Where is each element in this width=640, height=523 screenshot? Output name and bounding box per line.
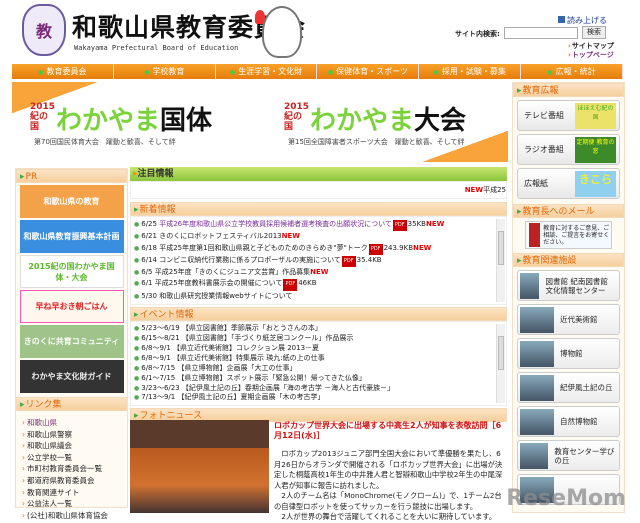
banner-right-sub: 第15回全国障害者スポーツ大会 躍動と歓喜、そして絆	[288, 138, 465, 146]
facility-button[interactable]: 教育センター学びの丘	[517, 440, 620, 471]
top-page-link[interactable]: トップページ	[568, 50, 614, 60]
banner-left-title: 2015 紀の国 わかやま国体	[30, 102, 213, 136]
pr-banner[interactable]: 和歌山県教育振興基本計画	[19, 220, 124, 253]
featured-ticker[interactable]: NEW平成25	[130, 181, 507, 199]
link-item[interactable]: 和歌山県議会	[22, 440, 127, 452]
watermark: ReseMom	[506, 486, 626, 511]
nav-school[interactable]: 学校教育	[114, 64, 216, 79]
facility-thumbnail	[520, 306, 554, 333]
facility-thumbnail	[520, 442, 549, 469]
radio-program-button[interactable]: ラジオ番組 定期便 教育の窓	[517, 134, 620, 165]
pdf-icon: PDF	[341, 255, 356, 268]
event-item[interactable]: 6/15～8/21 【県立図書館】「手づくり紙芝居コンクール」作品展示	[134, 334, 494, 344]
link-item[interactable]: 公立学校一覧	[22, 452, 127, 464]
photo-news-image[interactable]	[130, 420, 269, 513]
event-item[interactable]: 5/23～6/19 【県立図書館】季節展示「おとうさんの本」	[134, 324, 494, 334]
news-item[interactable]: 6/1 平成25年度教科書展示会の開催についてPDF46KB	[134, 278, 494, 291]
photo-news-para: ロボカップ2013ジュニア部門全国大会において準優勝を果たし、6月26日からオラ…	[274, 449, 503, 490]
mail-heading: 教育長へのメール	[513, 204, 624, 218]
news-item[interactable]: 6/18 平成25年度第1回和歌山県親と子どものためのきらめき"夢"トークPDF…	[134, 243, 494, 255]
links-heading: リンク集	[16, 397, 127, 411]
nav-lifelong[interactable]: 生涯学習・文化財	[216, 64, 318, 79]
mail-to-superintendent-button[interactable]: 教育に対するご意見、ご相談、ご提言をお寄せください。	[525, 221, 612, 249]
nav-pr[interactable]: 広報・統計	[521, 64, 623, 79]
news-item[interactable]: 6/25 平成26年度和歌山県公立学校教員採用候補者選考検査の出願状況についてP…	[134, 219, 494, 232]
main-content: 注目情報 NEW平成25 新着情報 6/25 平成26年度和歌山県公立学校教員採…	[130, 167, 507, 423]
site-subtitle: Wakayama Prefectural Board of Education	[74, 44, 239, 52]
photo-news-para: 2人のチーム名は「MonoChrome(モノクローム)」で、1チーム2台の自律型…	[274, 491, 502, 511]
links-list: 和歌山県 和歌山県警察 和歌山県議会 公立学校一覧 市町村教育委員会一覧 都道府…	[16, 411, 127, 521]
scrollbar[interactable]	[496, 219, 505, 303]
event-item[interactable]: 6/1～7/15 【県立博物館】スポット展示「緊急公開！帰ってきた仏像」	[134, 374, 494, 384]
pdf-icon: PDF	[368, 243, 383, 255]
news-item[interactable]: 6/5 平成25年度「きのくにジュニア文芸賞」作品募集NEW	[134, 267, 494, 278]
pr-banner[interactable]: わかやま文化財ガイド	[19, 360, 124, 393]
link-item[interactable]: (公社)和歌山県体育協会	[22, 510, 127, 522]
news-list: 6/25 平成26年度和歌山県公立学校教員採用候補者選考検査の出願状況についてP…	[130, 216, 507, 306]
pr-heading: PR	[16, 169, 127, 183]
news-heading: 新着情報	[130, 202, 507, 216]
featured-heading: 注目情報	[130, 167, 507, 181]
facility-thumbnail	[520, 408, 554, 435]
pr-banner[interactable]: 和歌山県の教育	[19, 185, 124, 218]
facility-button[interactable]: 紀伊風土記の丘	[517, 372, 620, 403]
pdf-icon: PDF	[283, 279, 298, 291]
events-heading: イベント情報	[130, 307, 507, 322]
nav-board[interactable]: 教育委員会	[12, 64, 114, 79]
facility-thumbnail	[520, 340, 554, 367]
pr-banner[interactable]: 2015紀の国わかやま国体・大会	[19, 255, 124, 288]
link-item[interactable]: 和歌山県	[22, 417, 127, 429]
facility-thumbnail	[520, 272, 540, 299]
newsletter-button[interactable]: 広報紙 きこら	[517, 168, 620, 199]
facility-button[interactable]: 近代美術館	[517, 304, 620, 335]
pr-media-heading: 教育広報	[513, 83, 624, 97]
photo-news-headline[interactable]: ロボカップ世界大会に出場する中高生2人が知事を表敬訪問［6月12日(水)］	[274, 421, 506, 441]
scrollbar[interactable]	[496, 324, 505, 404]
global-nav: 教育委員会 学校教育 生涯学習・文化財 保健体育・スポーツ 採用・試験・募集 広…	[12, 64, 623, 79]
mailbox-icon	[529, 223, 541, 247]
events-list: 5/23～6/19 【県立図書館】季節展示「おとうさんの本」6/15～8/21 …	[130, 321, 507, 407]
emblem-logo: 教	[22, 4, 66, 56]
search-button[interactable]: 検索	[582, 26, 606, 39]
right-sidebar: 教育広報 テレビ番組ほほえむ紀の国 ラジオ番組定期便 教育の窓 広報紙きこら 教…	[512, 82, 625, 513]
search-label: サイト内検索:	[455, 30, 500, 38]
event-item[interactable]: 6/8～9/1 【県立近代美術館】特集展示 瑛九:紙の上の仕事	[134, 354, 494, 364]
news-item[interactable]: 6/21 きのくにロボットフェスティバル2013NEW	[134, 231, 494, 242]
facilities-heading: 教育関連施設	[513, 253, 624, 267]
kokutai-banner[interactable]: 2015 紀の国 わかやま国体 第70回国民体育大会 躍動と歓喜、そして絆 201…	[12, 82, 508, 162]
news-item[interactable]: 6/14 コンビニ収納代行業務に係るプロポーザルの実施についてPDF35.4KB	[134, 255, 494, 268]
link-item[interactable]: 公益法人一覧	[22, 498, 127, 510]
read-aloud-link[interactable]: 読み上げる	[558, 15, 607, 26]
nav-recruit[interactable]: 採用・試験・募集	[419, 64, 522, 79]
link-item[interactable]: 和歌山県警察	[22, 429, 127, 441]
facility-thumbnail	[520, 374, 554, 401]
link-item[interactable]: 都道府県教育委員会	[22, 475, 127, 487]
pr-banner[interactable]: 早ね早おき朝ごはん	[19, 290, 124, 323]
facility-button[interactable]: 博物館	[517, 338, 620, 369]
event-item[interactable]: 7/13～9/1 【紀伊風土記の丘】夏期企画展「木の考古学」	[134, 393, 494, 403]
tv-program-button[interactable]: テレビ番組 ほほえむ紀の国	[517, 100, 620, 131]
link-item[interactable]: 市町村教育委員会一覧	[22, 463, 127, 475]
search-input[interactable]	[504, 27, 578, 39]
link-item[interactable]: 教育関連サイト	[22, 487, 127, 499]
event-item[interactable]: 6/8～7/15 【県立博物館】企画展「大工の仕事」	[134, 364, 494, 374]
pr-banner[interactable]: きのくに共育コミュニティ	[19, 325, 124, 358]
photo-news-para: 2人が世界の舞台で活躍してくれることを大いに期待しています。	[281, 512, 497, 521]
event-item[interactable]: 3/23～6/23 【紀伊風土記の丘】春期企画展「海の考古学 －海人と古代豪族－…	[134, 384, 494, 394]
pdf-icon: PDF	[392, 220, 407, 232]
news-item[interactable]: 5/30 和歌山県研究授業情報webサイトについて	[134, 291, 494, 302]
left-sidebar: PR 和歌山県の教育 和歌山県教育振興基本計画 2015紀の国わかやま国体・大会…	[15, 168, 128, 520]
banner-right-title: 2015 紀の国 わかやま大会	[284, 102, 467, 136]
banner-left-sub: 第70回国民体育大会 躍動と歓喜、そして絆	[34, 138, 176, 146]
photo-news-text: ロボカップ世界大会に出場する中高生2人が知事を表敬訪問［6月12日(水)］ ロボ…	[274, 421, 506, 523]
event-item[interactable]: 6/8～9/1 【県立近代美術館】コレクション展 2013－夏	[134, 344, 494, 354]
mascot-image	[262, 6, 302, 58]
facility-button[interactable]: 図書館 紀南図書館 文化情報センター	[517, 270, 620, 301]
facility-button[interactable]: 自然博物館	[517, 406, 620, 437]
nav-sports[interactable]: 保健体育・スポーツ	[317, 64, 420, 79]
